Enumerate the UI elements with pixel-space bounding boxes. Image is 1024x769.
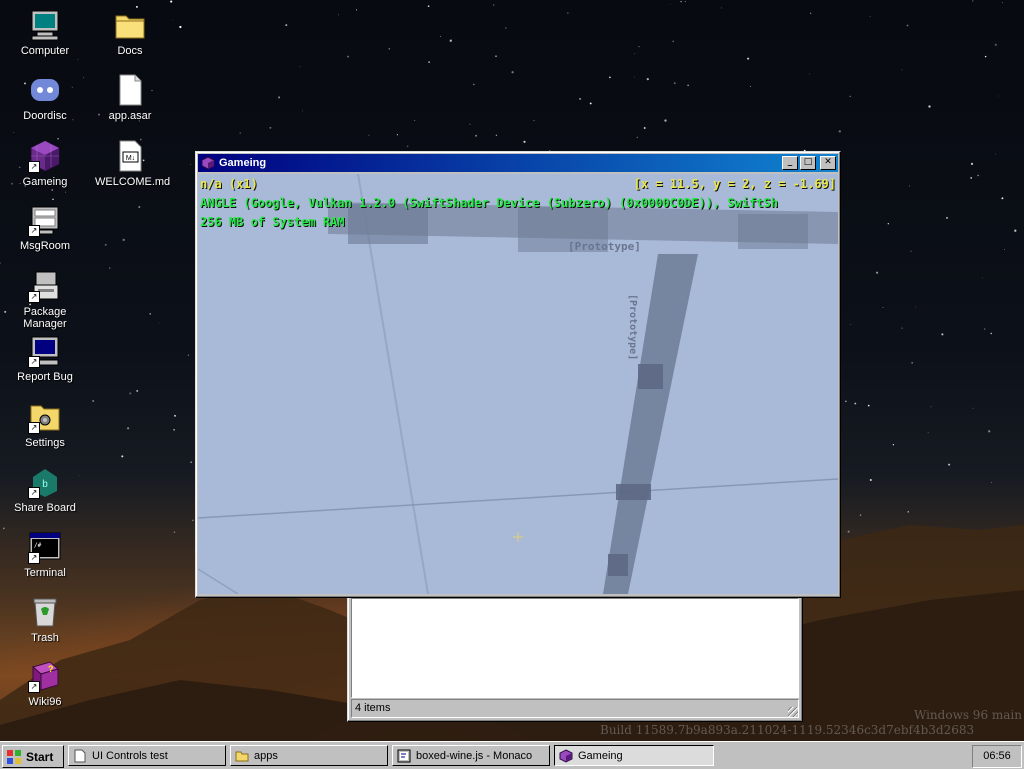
- task-apps[interactable]: apps: [230, 745, 388, 766]
- desktop-icon-app-asar[interactable]: app.asar: [95, 73, 165, 122]
- cube-icon: [201, 156, 215, 170]
- explorer-content-area[interactable]: [351, 598, 799, 698]
- game-window-titlebar[interactable]: Gameing _ □ ✕: [198, 154, 838, 172]
- desktop-icon-doordisc[interactable]: Doordisc: [10, 73, 80, 122]
- desktop-icon-msgroom[interactable]: ↗ MsgRoom: [10, 203, 80, 252]
- start-logo-icon: [7, 749, 21, 764]
- desktop-icon-label: Doordisc: [23, 110, 67, 122]
- hud-ram-info: 256 MB of System RAM: [200, 215, 345, 229]
- desktop-icon-label: MsgRoom: [19, 240, 71, 252]
- clock-text: 06:56: [983, 750, 1011, 762]
- start-label: Start: [26, 749, 54, 764]
- task-label: Gameing: [578, 749, 623, 762]
- desktop-icon-label: Report Bug: [17, 371, 73, 383]
- desktop-icon-label: app.asar: [108, 110, 152, 122]
- task-ui-controls-test[interactable]: UI Controls test: [68, 745, 226, 766]
- settings-icon: ↗: [28, 400, 62, 434]
- document-icon: [74, 749, 86, 762]
- msgroom-icon: ↗: [28, 203, 62, 237]
- svg-text:M↓: M↓: [126, 155, 135, 162]
- desktop-icon-label: Terminal: [24, 567, 66, 579]
- desktop-icon-label: Wiki96: [28, 696, 62, 708]
- terminal-icon: /# ↗: [28, 530, 62, 564]
- task-gameing[interactable]: Gameing: [554, 745, 714, 766]
- desktop-icon-package-manager[interactable]: ↗ Package Manager: [10, 269, 80, 330]
- desktop-icon-label: WELCOME.md: [95, 176, 171, 188]
- folder-icon: [113, 8, 147, 42]
- hud-renderer-mode: n/a (x1): [200, 177, 258, 191]
- desktop-icon-label: Share Board: [14, 502, 76, 514]
- desktop-icon-trash[interactable]: Trash: [10, 595, 80, 644]
- minimize-button[interactable]: _: [782, 156, 798, 170]
- svg-text:/#: /#: [34, 542, 42, 549]
- game-viewport[interactable]: [Prototype] [Prototype] n/a (x1) [x = 11…: [198, 174, 838, 594]
- explorer-window[interactable]: 4 items: [347, 594, 803, 722]
- svg-text:?: ?: [48, 664, 54, 674]
- scene-label-vertical: [Prototype]: [627, 294, 638, 361]
- game-window[interactable]: Gameing _ □ ✕ [Prototype] [Prototype] n/…: [195, 151, 841, 598]
- desktop-icon-docs[interactable]: Docs: [95, 8, 165, 57]
- discord-icon: [28, 73, 62, 107]
- system-tray-clock[interactable]: 06:56: [972, 745, 1022, 768]
- desktop-icon-report-bug[interactable]: ↗ Report Bug: [10, 334, 80, 383]
- resize-grip-icon[interactable]: [788, 707, 798, 717]
- svg-text:b: b: [42, 479, 48, 490]
- desktop-icon-label: Package Manager: [23, 306, 67, 330]
- game-scene: [198, 174, 838, 594]
- build-watermark-line2: Build 11589.7b9a893a.211024-1119.52346c3…: [600, 723, 975, 737]
- task-label: boxed-wine.js - Monaco: [416, 749, 533, 762]
- desktop-icon-welcome-md[interactable]: M↓ WELCOME.md: [95, 139, 171, 188]
- code-editor-icon: [397, 749, 411, 762]
- desktop-icon-label: Trash: [31, 632, 59, 644]
- desktop-icon-label: Settings: [25, 437, 65, 449]
- desktop-icon-gameing[interactable]: ↗ Gameing: [10, 139, 80, 188]
- scene-label-horizontal: [Prototype]: [568, 240, 641, 253]
- maximize-button[interactable]: □: [800, 156, 816, 170]
- wiki-book-icon: ? ↗: [28, 659, 62, 693]
- folder-icon: [235, 751, 249, 761]
- taskbar: Start UI Controls test apps boxed-wine.j…: [0, 741, 1024, 769]
- desktop-icon-terminal[interactable]: /# ↗ Terminal: [10, 530, 80, 579]
- task-label: UI Controls test: [92, 749, 168, 762]
- game-window-title: Gameing: [219, 157, 267, 169]
- markdown-file-icon: M↓: [113, 139, 147, 173]
- share-board-icon: b ↗: [28, 465, 62, 499]
- task-boxed-wine-monaco[interactable]: boxed-wine.js - Monaco: [392, 745, 550, 766]
- file-icon: [113, 73, 147, 107]
- cube-icon: ↗: [28, 139, 62, 173]
- explorer-status-text: 4 items: [355, 702, 391, 714]
- desktop-icon-share-board[interactable]: b ↗ Share Board: [10, 465, 80, 514]
- task-label: apps: [254, 749, 278, 762]
- close-button[interactable]: ✕: [820, 156, 836, 170]
- desktop-icon-computer[interactable]: Computer: [10, 8, 80, 57]
- hud-coords: [x = 11.5, y = 2, z = -1.69]: [633, 177, 836, 191]
- crosshair-icon: [513, 532, 523, 542]
- desktop-icon-label: Computer: [20, 45, 70, 57]
- report-bug-icon: ↗: [28, 334, 62, 368]
- desktop-icon-settings[interactable]: ↗ Settings: [10, 400, 80, 449]
- hud-gpu-info: ANGLE (Google, Vulkan 1.2.0 (SwiftShader…: [200, 196, 778, 210]
- trash-icon: [28, 595, 62, 629]
- build-watermark-line1: Windows 96 main: [913, 708, 1022, 722]
- cube-icon: [559, 748, 573, 763]
- explorer-status-bar: 4 items: [351, 699, 799, 718]
- package-manager-icon: ↗: [28, 269, 62, 303]
- desktop-icon-wiki96[interactable]: ? ↗ Wiki96: [10, 659, 80, 708]
- desktop-icon-label: Docs: [117, 45, 143, 57]
- start-button[interactable]: Start: [2, 745, 64, 768]
- computer-icon: [28, 8, 62, 42]
- desktop-icon-label: Gameing: [22, 176, 68, 188]
